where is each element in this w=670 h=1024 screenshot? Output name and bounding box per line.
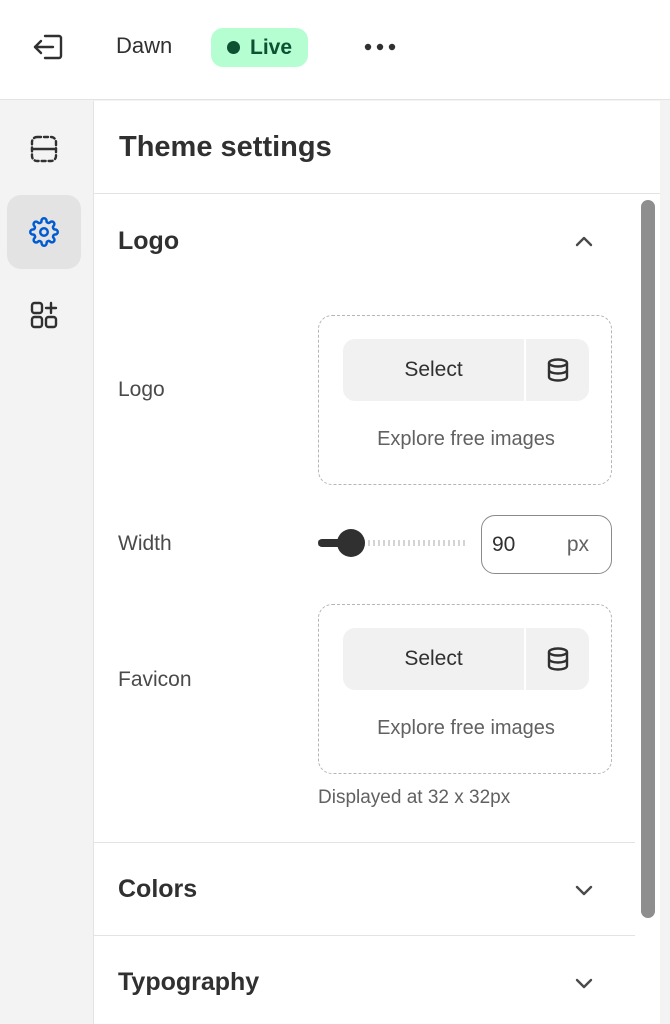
width-value[interactable]: 90	[492, 533, 567, 557]
logo-explore-free-images-link[interactable]: Explore free images	[319, 428, 613, 451]
favicon-help-text: Displayed at 32 x 32px	[318, 787, 511, 808]
logo-picker-buttons: Select	[343, 339, 589, 401]
logo-select-button[interactable]: Select	[343, 339, 526, 401]
theme-settings-panel: Theme settings Logo Logo Select Explore …	[93, 101, 660, 1024]
exit-icon	[33, 34, 63, 60]
apps-add-icon	[30, 301, 58, 329]
gear-icon	[29, 217, 59, 247]
theme-name: Dawn	[116, 33, 173, 58]
live-status-label: Live	[250, 35, 293, 59]
rail-sections-button[interactable]	[7, 112, 81, 186]
page-title: Theme settings	[119, 130, 332, 163]
live-status-badge: Live	[211, 28, 309, 67]
width-number-input[interactable]: 90 px	[481, 515, 612, 574]
logo-field-label: Logo	[118, 378, 165, 401]
favicon-library-button[interactable]	[526, 628, 589, 690]
more-actions-button[interactable]	[360, 32, 400, 62]
section-title: Logo	[118, 226, 180, 255]
live-dot-icon	[227, 41, 240, 54]
chevron-up-icon	[575, 236, 593, 247]
panel-scrollbar[interactable]	[641, 200, 655, 918]
width-field-label: Width	[118, 532, 172, 555]
section-colors-header[interactable]: Colors	[94, 843, 635, 935]
section-logo-header[interactable]: Logo	[94, 195, 635, 287]
section-title: Colors	[118, 874, 198, 903]
width-unit: px	[566, 532, 589, 556]
section-title: Typography	[118, 967, 260, 996]
favicon-image-picker: Select Explore free images	[318, 604, 612, 774]
more-horizontal-icon	[364, 43, 396, 51]
favicon-select-button[interactable]: Select	[343, 628, 526, 690]
favicon-picker-buttons: Select	[343, 628, 589, 690]
slider-thumb[interactable]	[337, 529, 365, 557]
editor-topbar: Dawn Live	[0, 0, 670, 100]
exit-button[interactable]	[30, 31, 66, 63]
favicon-field-label: Favicon	[118, 668, 192, 691]
panel-header: Theme settings	[94, 101, 660, 194]
width-slider[interactable]	[318, 525, 466, 561]
logo-image-picker: Select Explore free images	[318, 315, 612, 485]
section-typography-header[interactable]: Typography	[94, 936, 635, 1024]
chevron-down-icon	[575, 978, 593, 989]
favicon-explore-free-images-link[interactable]: Explore free images	[319, 717, 613, 740]
rail-theme-settings-button[interactable]	[7, 195, 81, 269]
chevron-down-icon	[575, 885, 593, 896]
database-icon	[547, 358, 568, 382]
logo-library-button[interactable]	[526, 339, 589, 401]
database-icon	[547, 647, 568, 671]
rail-apps-button[interactable]	[7, 278, 81, 352]
sections-icon	[30, 135, 58, 163]
editor-side-rail	[0, 101, 93, 1024]
